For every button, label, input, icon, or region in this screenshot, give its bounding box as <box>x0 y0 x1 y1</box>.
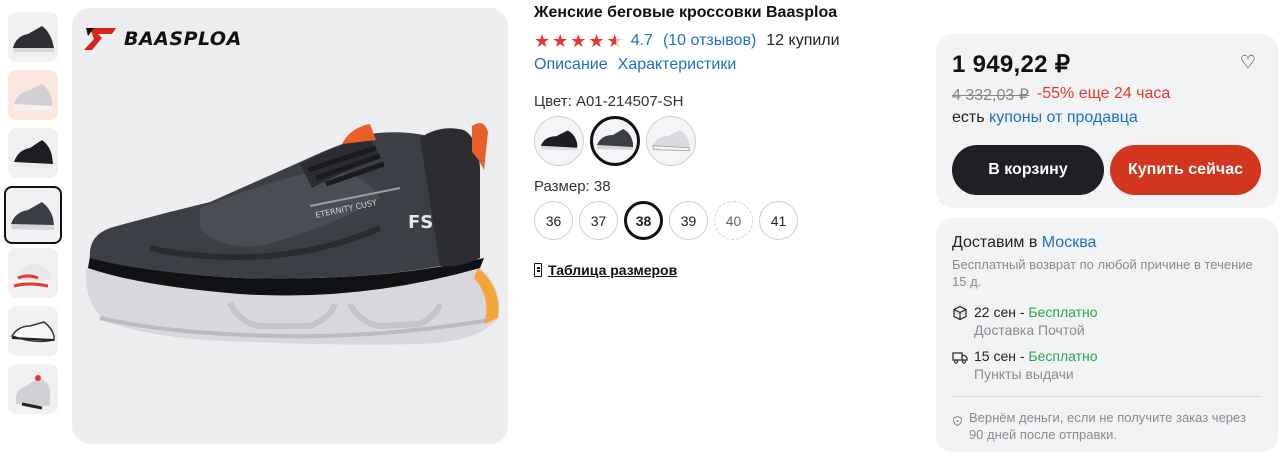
color-option-grey-selected[interactable] <box>590 116 640 166</box>
rating-row: ★ ★ ★ ★ ★ 4.7 (10 отзывов) 12 купили <box>534 32 914 50</box>
product-title: Женские беговые кроссовки Baasploa <box>534 4 838 21</box>
thumbnail-3[interactable] <box>8 128 58 178</box>
delivery-option-pickup: 15 сен - Бесплатно Пункты выдачи <box>952 348 1262 382</box>
size-option-39[interactable]: 39 <box>669 201 708 240</box>
old-price-row: 4 332,03 ₽ -55% еще 24 часа <box>952 85 1262 105</box>
star-icon: ★ <box>588 31 605 51</box>
main-product-image[interactable]: BAASPLOA ETERNITY CUSY FS <box>72 8 508 444</box>
return-policy: Бесплатный возврат по любой причине в те… <box>952 257 1253 289</box>
brand-logo-icon <box>84 28 116 50</box>
svg-text:FS: FS <box>408 212 433 233</box>
thumbnail-2[interactable] <box>8 70 58 120</box>
truck-icon <box>952 352 968 364</box>
rating-stars: ★ ★ ★ ★ ★ <box>534 32 623 50</box>
delivery-card: Доставим в Москва Бесплатный возврат по … <box>936 218 1278 452</box>
shield-icon <box>953 416 962 426</box>
deliver-to-row: Доставим в Москва <box>952 234 1262 252</box>
ruler-icon <box>534 263 542 277</box>
divider <box>952 396 1262 397</box>
delivery-price: Бесплатно <box>1028 348 1098 364</box>
guarantee-row: Вернём деньги, если не получите заказ че… <box>952 409 1262 443</box>
reviews-link[interactable]: (10 отзывов) <box>663 32 756 50</box>
brand-logo: BAASPLOA <box>84 26 242 52</box>
size-options: 36 37 38 39 40 41 <box>534 201 914 240</box>
size-label: Размер: 38 <box>534 178 611 195</box>
size-option-41[interactable]: 41 <box>759 201 798 240</box>
coupons-link[interactable]: купоны от продавца <box>989 109 1138 126</box>
color-label: Цвет: A01-214507-SH <box>534 93 684 110</box>
coupons-row: есть купоны от продавца <box>952 109 1262 127</box>
buy-now-button[interactable]: Купить сейчас <box>1110 145 1261 195</box>
rating-value[interactable]: 4.7 <box>631 32 653 50</box>
delivery-method: Пункты выдачи <box>974 366 1074 382</box>
half-star-icon: ★ <box>606 31 623 51</box>
tab-specifications[interactable]: Характеристики <box>618 56 737 74</box>
delivery-date: 22 сен - <box>974 304 1025 320</box>
deliver-prefix: Доставим в <box>952 234 1038 251</box>
color-options <box>534 116 914 166</box>
current-price: 1 949,22 ₽ <box>952 51 1071 78</box>
sneaker-illustration: ETERNITY CUSY FS <box>85 123 500 345</box>
size-option-36[interactable]: 36 <box>534 201 573 240</box>
thumbnail-7[interactable] <box>8 364 58 414</box>
purchase-buttons: В корзину Купить сейчас <box>952 145 1262 195</box>
star-icon: ★ <box>552 31 569 51</box>
thumbnail-6[interactable] <box>8 306 58 356</box>
delivery-method: Доставка Почтой <box>974 322 1085 338</box>
product-info: Женские беговые кроссовки Baasploa ★ ★ ★… <box>534 4 914 278</box>
size-table-label: Таблица размеров <box>548 262 678 278</box>
star-icon: ★ <box>534 31 551 51</box>
price-card: 1 949,22 ₽ ♡ 4 332,03 ₽ -55% еще 24 часа… <box>936 34 1278 208</box>
discount-badge: -55% еще 24 часа <box>1036 85 1171 102</box>
thumbnail-5[interactable] <box>8 248 58 298</box>
bought-count: 12 купили <box>766 32 840 49</box>
size-option-38-selected[interactable]: 38 <box>624 201 663 240</box>
old-price: 4 332,03 ₽ <box>952 87 1029 104</box>
delivery-date: 15 сен - <box>974 348 1025 364</box>
tab-description[interactable]: Описание <box>534 56 608 74</box>
city-link[interactable]: Москва <box>1042 234 1097 251</box>
brand-logo-text: BAASPLOA <box>124 28 242 50</box>
size-option-40-unavailable[interactable]: 40 <box>714 201 753 240</box>
color-option-white[interactable] <box>646 116 696 166</box>
thumbnail-4-selected[interactable] <box>4 186 62 244</box>
star-icon: ★ <box>570 31 587 51</box>
size-table-link[interactable]: Таблица размеров <box>534 262 914 278</box>
delivery-option-post: 22 сен - Бесплатно Доставка Почтой <box>952 304 1262 338</box>
coupons-prefix: есть <box>952 109 985 126</box>
size-option-37[interactable]: 37 <box>579 201 618 240</box>
add-to-cart-button[interactable]: В корзину <box>952 145 1104 195</box>
color-option-black[interactable] <box>534 116 584 166</box>
box-icon <box>953 305 967 321</box>
favorite-heart-icon[interactable]: ♡ <box>1240 52 1256 73</box>
thumbnail-list <box>4 12 62 422</box>
guarantee-text: Вернём деньги, если не получите заказ че… <box>968 410 1246 442</box>
delivery-price: Бесплатно <box>1028 304 1098 320</box>
thumbnail-1[interactable] <box>8 12 58 62</box>
product-tabs: Описание Характеристики <box>534 56 914 74</box>
